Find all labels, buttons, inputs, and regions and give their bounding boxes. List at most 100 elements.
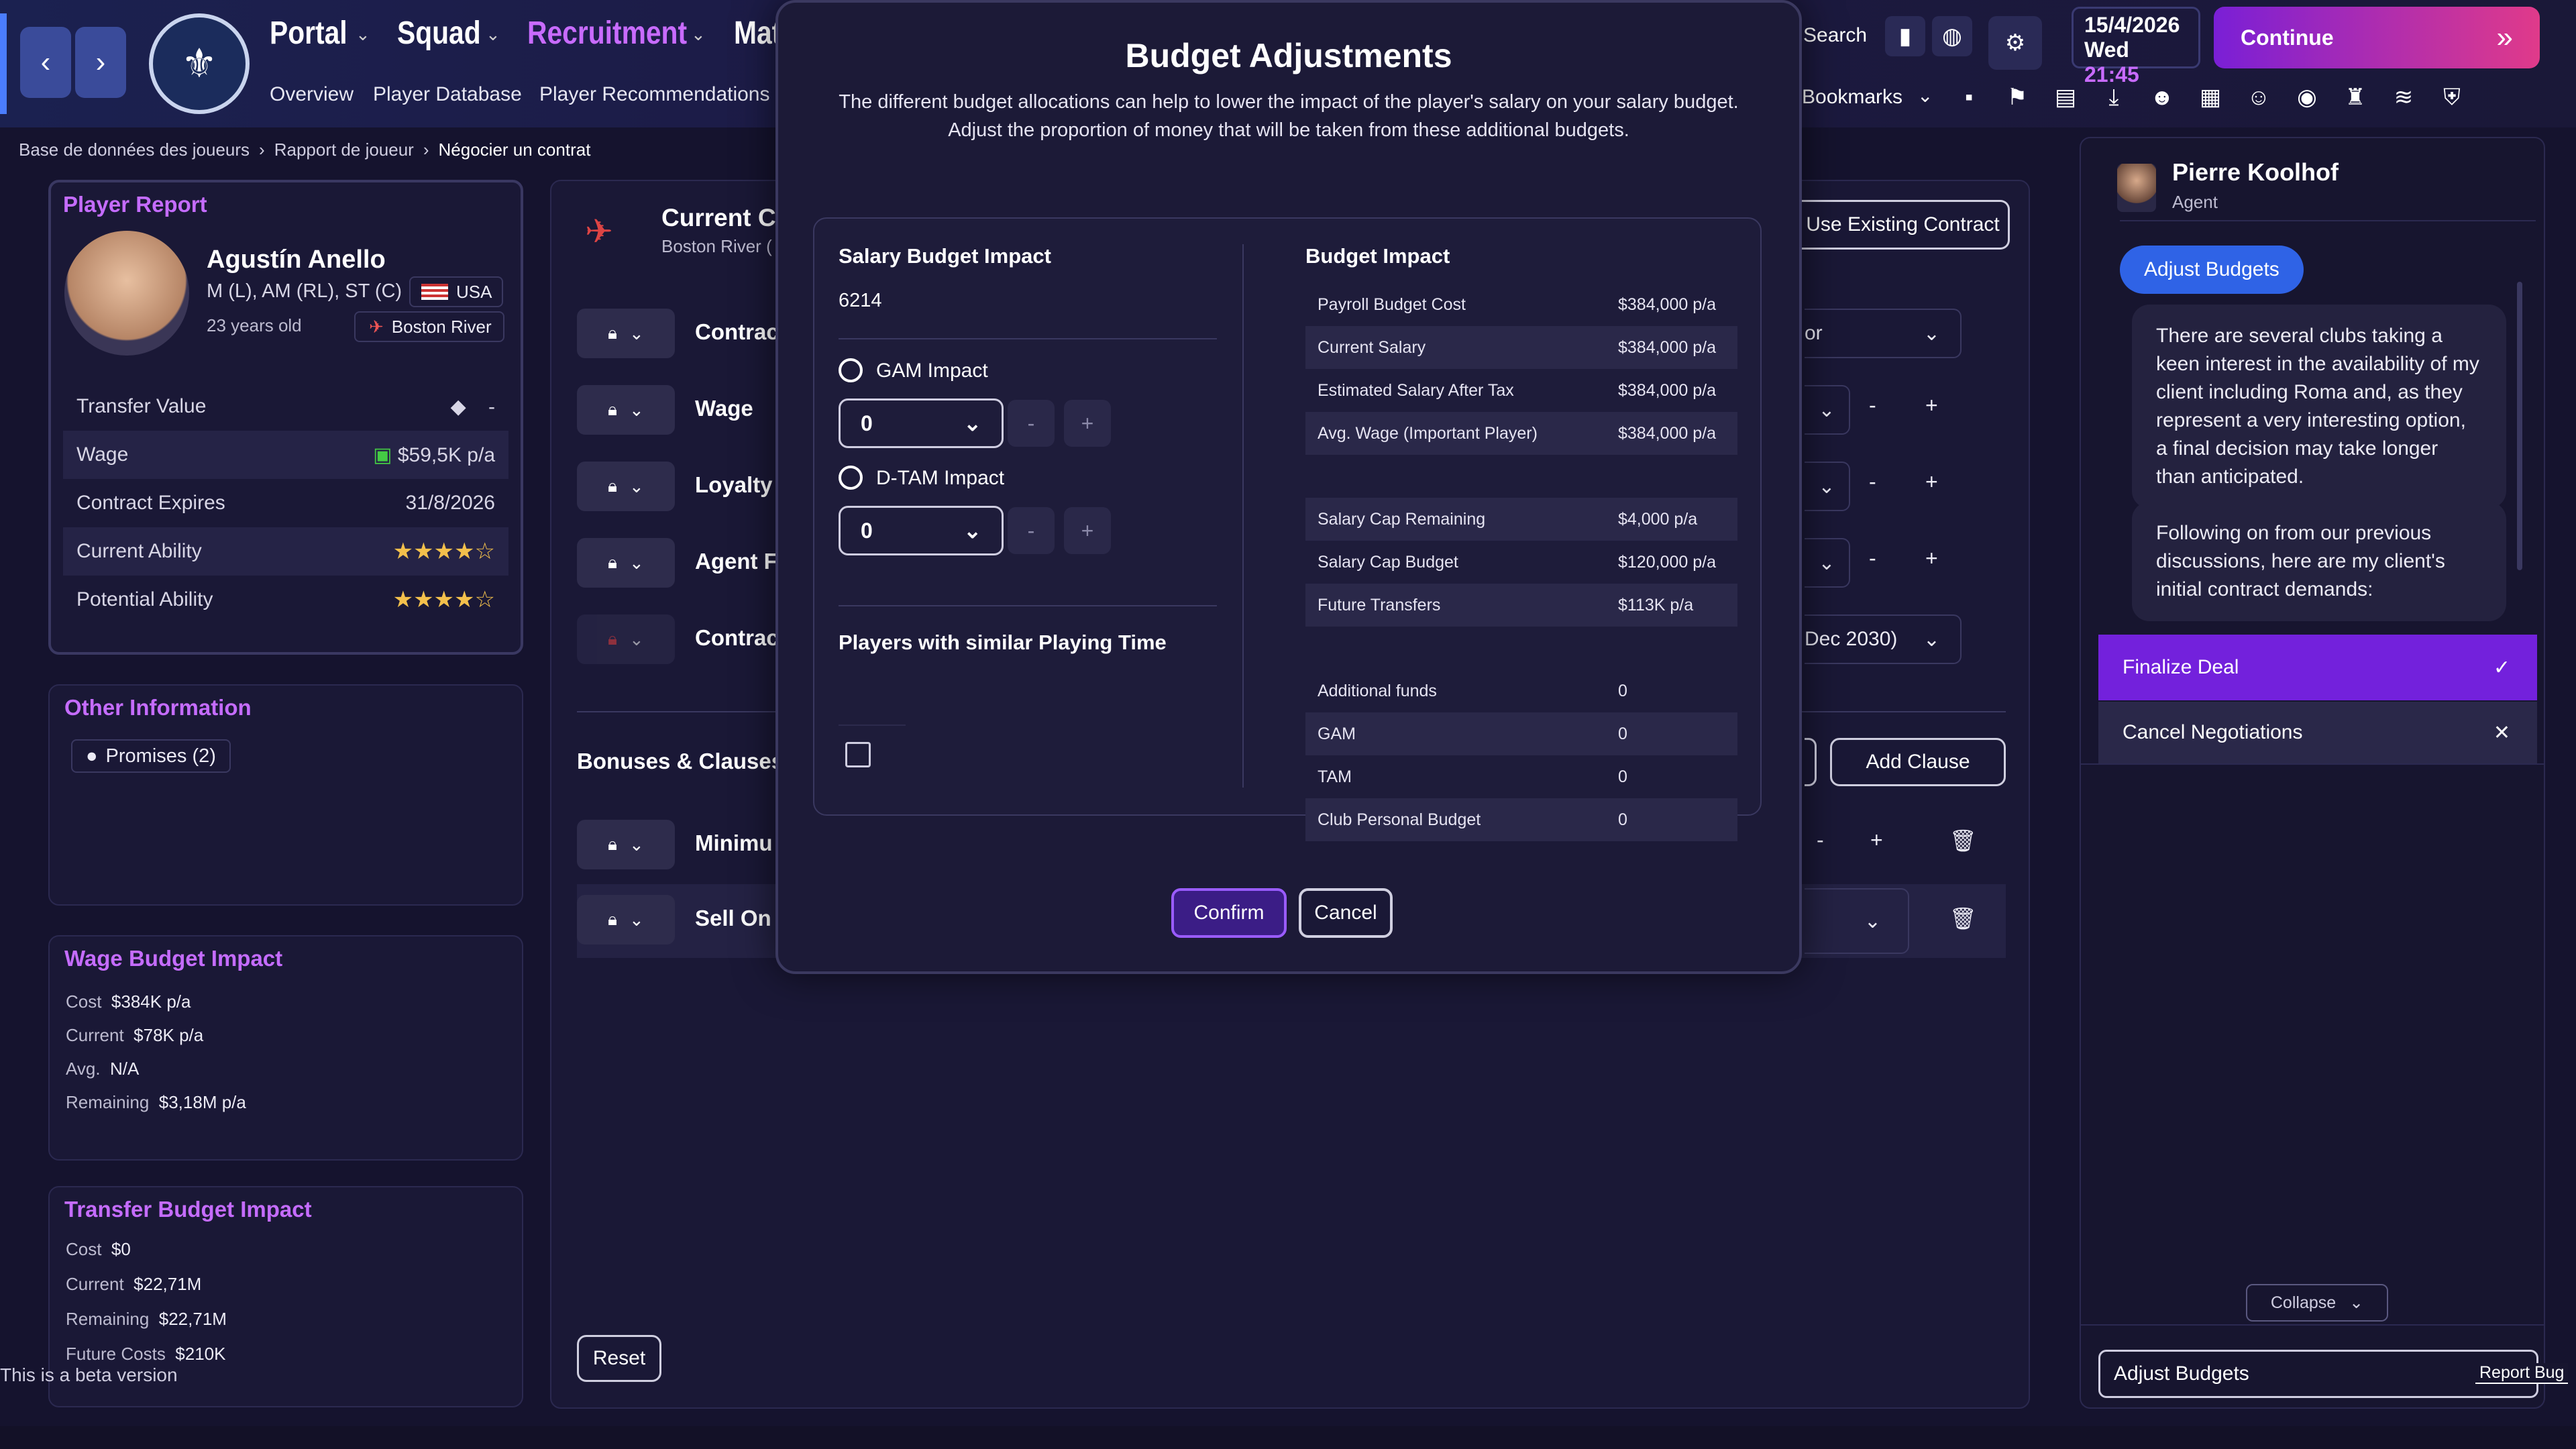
clause-filter-button[interactable] [1805, 738, 1817, 786]
budget-impact-list: Payroll Budget Cost $384,000 p/a Current … [1305, 283, 1737, 841]
trophy-icon[interactable]: ♜ [2339, 80, 2372, 114]
budget-impact-row: Future Transfers $113K p/a [1305, 584, 1737, 627]
lock-toggle[interactable]: 🔒︎ ⌄ [577, 462, 675, 511]
confirm-button[interactable]: Confirm [1171, 888, 1287, 938]
chevron-down-icon: ⌄ [629, 323, 644, 343]
club-badge[interactable]: ✈ Boston River [354, 311, 504, 342]
collapse-button[interactable]: Collapse ⌄ [2246, 1284, 2388, 1322]
dtam-minus-button[interactable]: - [1008, 507, 1055, 554]
inbox-icon[interactable]: ▮ [1885, 16, 1925, 56]
sell-on-dropdown[interactable]: ⌄ [1805, 888, 1909, 954]
lock-icon: 🔒︎ [608, 909, 618, 929]
chevron-down-icon: ⌄ [629, 834, 644, 855]
contract-icon: ▣ [373, 443, 392, 466]
divider [1242, 244, 1244, 788]
nav-portal[interactable]: Portal [270, 15, 347, 52]
people-icon[interactable]: ☺ [2242, 80, 2275, 114]
game-date[interactable]: 15/4/2026 Wed 21:45 [2072, 7, 2200, 87]
nation-badge[interactable]: USA [409, 276, 503, 307]
subnav-player-recommendations[interactable]: Player Recommendations [539, 83, 770, 106]
agent-fee-dropdown[interactable]: ⌄ [1805, 538, 1850, 588]
clause-plus-button[interactable]: + [1870, 828, 1883, 853]
loyalty-minus-button[interactable]: - [1869, 470, 1876, 494]
reset-button[interactable]: Reset [577, 1335, 661, 1382]
gam-impact-dropdown[interactable]: 0 ⌄ [839, 398, 1004, 448]
agent-name[interactable]: Pierre Koolhof [2172, 158, 2339, 186]
ball-icon[interactable]: ◉ [2290, 80, 2324, 114]
breadcrumb-item[interactable]: Base de données des joueurs [19, 140, 250, 160]
clause-minus-button[interactable]: - [1817, 828, 1824, 853]
agent-fee-plus-button[interactable]: + [1925, 546, 1938, 571]
lock-toggle[interactable]: 🔒︎ ⌄ [577, 385, 675, 435]
calendar-icon[interactable]: ▦ [2194, 80, 2227, 114]
wage-dropdown[interactable]: ⌄ [1805, 385, 1850, 435]
continue-button[interactable]: Continue » [2214, 7, 2540, 68]
bookmarks-menu[interactable]: Bookmarks [1802, 86, 1902, 109]
dtam-impact-radio[interactable] [839, 466, 863, 490]
budget-impact-row: Salary Cap Budget $120,000 p/a [1318, 552, 1716, 572]
cancel-button[interactable]: Cancel [1299, 888, 1393, 938]
shirt-icon[interactable]: ⚑ [2000, 80, 2034, 114]
subnav-overview[interactable]: Overview [270, 83, 354, 106]
gear-icon[interactable]: ⚙ [1988, 16, 2042, 70]
lock-toggle[interactable]: 🔒︎ ⌄ [577, 309, 675, 358]
lock-toggle[interactable]: 🔒︎ ⌄ [577, 614, 675, 664]
player-name[interactable]: Agustín Anello [207, 246, 386, 274]
finalize-deal-button[interactable]: Finalize Deal ✓ [2098, 635, 2537, 700]
wage-minus-button[interactable]: - [1869, 393, 1876, 418]
divider [839, 605, 1217, 606]
budget-impact-row: Payroll Budget Cost $384,000 p/a [1318, 294, 1716, 315]
similar-players-checkbox[interactable] [845, 742, 871, 767]
report-icon[interactable]: ▤ [2049, 80, 2082, 114]
add-clause-button[interactable]: Add Clause [1830, 738, 2006, 786]
dtam-impact-dropdown[interactable]: 0 ⌄ [839, 506, 1004, 555]
gam-impact-radio[interactable] [839, 358, 863, 382]
cancel-negotiations-button[interactable]: Cancel Negotiations ✕ [2098, 702, 2537, 763]
chat-icon[interactable]: ▪ [1952, 80, 1986, 114]
chevron-down-icon: ⌄ [629, 399, 644, 420]
finance-icon[interactable]: ≋ [2387, 80, 2420, 114]
loyalty-plus-button[interactable]: + [1925, 470, 1938, 494]
chevron-down-icon: ⌄ [629, 629, 644, 649]
beta-notice: This is a beta version [0, 1364, 178, 1385]
trash-icon[interactable]: 🗑︎ [1949, 828, 1977, 853]
loyalty-dropdown[interactable]: ⌄ [1805, 462, 1850, 511]
shield-icon[interactable]: ⛨ [2435, 80, 2469, 114]
gam-plus-button[interactable]: + [1064, 400, 1111, 447]
lock-toggle[interactable]: 🔒︎ ⌄ [577, 820, 675, 869]
contract-row-label: Loyalty [695, 472, 773, 497]
lock-toggle[interactable]: 🔒︎ ⌄ [577, 538, 675, 588]
contract-row-label: Contrac [695, 625, 779, 650]
bonuses-title: Bonuses & Clauses [577, 749, 784, 773]
trash-icon[interactable]: 🗑︎ [1949, 906, 1977, 931]
contract-end-dropdown[interactable]: Dec 2030) ⌄ [1805, 614, 1962, 664]
club-crest-logo[interactable]: ⚜ [149, 13, 250, 114]
agent-fee-minus-button[interactable]: - [1869, 546, 1876, 571]
breadcrumb-item[interactable]: Rapport de joueur [274, 140, 414, 160]
star-rating: ★★★★☆ [392, 539, 495, 564]
contract-type-dropdown[interactable]: or ⌄ [1805, 309, 1962, 358]
report-bug-button[interactable]: Report Bug [2475, 1363, 2569, 1384]
back-button[interactable]: ‹ [20, 27, 71, 98]
staff-icon[interactable]: ☻ [2145, 80, 2179, 114]
subnav-player-database[interactable]: Player Database [373, 83, 522, 106]
globe-icon[interactable]: ◍ [1932, 16, 1972, 56]
wage-plus-button[interactable]: + [1925, 393, 1938, 418]
adjust-budgets-tag[interactable]: Adjust Budgets [2120, 246, 2304, 294]
dtam-plus-button[interactable]: + [1064, 507, 1111, 554]
lock-toggle[interactable]: 🔒︎ ⌄ [577, 895, 675, 945]
search-link[interactable]: Search [1803, 24, 1867, 47]
lock-icon: 🔒︎ [608, 629, 618, 649]
nav-squad[interactable]: Squad [397, 15, 481, 52]
use-existing-contract-button[interactable]: Use Existing Contract [1798, 200, 2010, 250]
gam-impact-label: GAM Impact [876, 360, 988, 382]
chevron-down-icon[interactable]: ⌄ [1917, 85, 1933, 107]
forward-button[interactable]: › [75, 27, 126, 98]
gam-minus-button[interactable]: - [1008, 400, 1055, 447]
promises-chip[interactable]: ● Promises (2) [71, 739, 231, 773]
nav-matches[interactable]: Mat [734, 15, 781, 52]
download-icon[interactable]: ⤓ [2097, 80, 2131, 114]
nav-recruitment[interactable]: Recruitment [527, 15, 687, 52]
agent-reply-input[interactable]: Adjust Budgets [2098, 1350, 2538, 1398]
chat-scrollbar[interactable] [2517, 282, 2522, 570]
